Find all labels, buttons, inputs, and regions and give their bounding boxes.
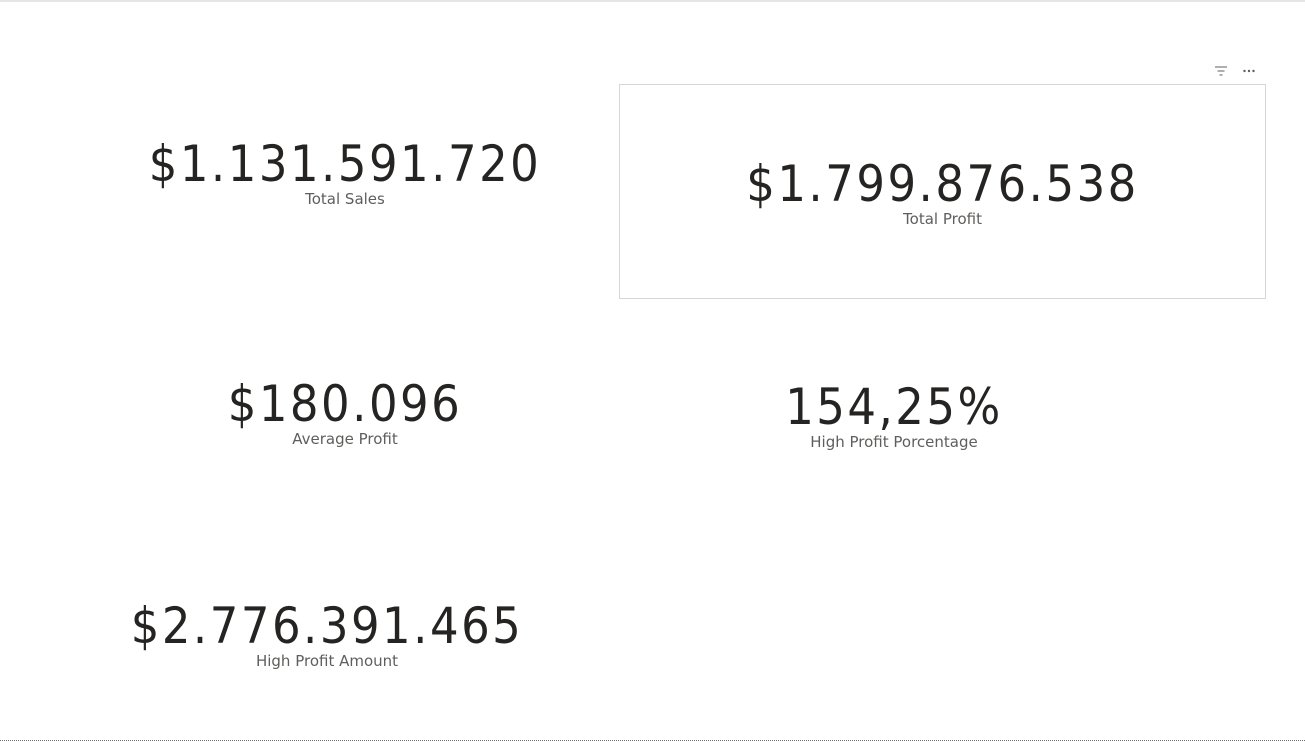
visual-header	[1212, 62, 1258, 80]
card-high-profit-amount[interactable]: $2.776.391.465 High Profit Amount	[52, 564, 602, 704]
card-total-profit[interactable]: $1.799.876.538 Total Profit	[619, 84, 1266, 299]
report-canvas: $1.131.591.720 Total Sales $1.799.876.53…	[0, 0, 1305, 742]
card-value: $2.776.391.465	[130, 597, 524, 655]
card-value: $1.131.591.720	[148, 135, 542, 193]
card-total-sales[interactable]: $1.131.591.720 Total Sales	[70, 102, 620, 242]
card-high-profit-porcentage[interactable]: 154,25% High Profit Porcentage	[619, 345, 1169, 485]
card-label: High Profit Amount	[255, 652, 399, 670]
card-label: High Profit Porcentage	[810, 433, 978, 451]
more-options-icon[interactable]	[1240, 62, 1258, 80]
card-value: 154,25%	[785, 378, 1003, 436]
filter-icon[interactable]	[1212, 62, 1230, 80]
card-label: Average Profit	[292, 430, 398, 448]
card-label: Total Sales	[305, 190, 385, 208]
card-label: Total Profit	[903, 209, 982, 228]
canvas-bottom-border	[0, 740, 1305, 741]
card-average-profit[interactable]: $180.096 Average Profit	[70, 342, 620, 482]
card-value: $180.096	[227, 375, 463, 433]
card-value: $1.799.876.538	[746, 154, 1139, 213]
